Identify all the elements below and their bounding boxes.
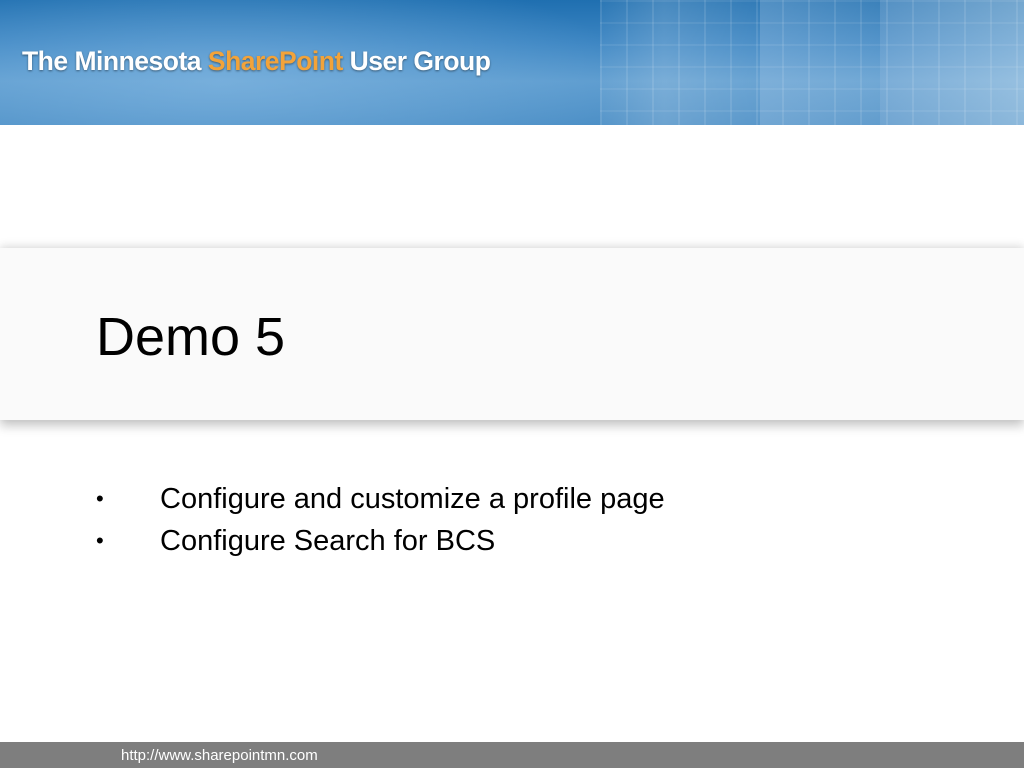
footer-bar: http://www.sharepointmn.com — [0, 742, 1024, 768]
slide-title: Demo 5 — [96, 307, 286, 367]
brand-suffix: User Group — [342, 46, 491, 76]
bullet-icon: • — [96, 486, 104, 511]
building-windows — [600, 0, 1024, 125]
bullet-text: Configure and customize a profile page — [160, 483, 665, 515]
bullet-icon: • — [96, 528, 104, 553]
brand-prefix: The Minnesota — [22, 46, 208, 76]
bullet-list: • Configure and customize a profile page… — [96, 478, 665, 562]
footer-url: http://www.sharepointmn.com — [121, 747, 318, 764]
bullet-item: • Configure Search for BCS — [96, 520, 665, 562]
header-banner: The Minnesota SharePoint User Group — [0, 0, 1024, 125]
brand-accent: SharePoint — [207, 46, 343, 76]
bullet-text: Configure Search for BCS — [160, 525, 496, 557]
bullet-item: • Configure and customize a profile page — [96, 478, 665, 520]
group-logo-text: The Minnesota SharePoint User Group — [22, 46, 491, 77]
